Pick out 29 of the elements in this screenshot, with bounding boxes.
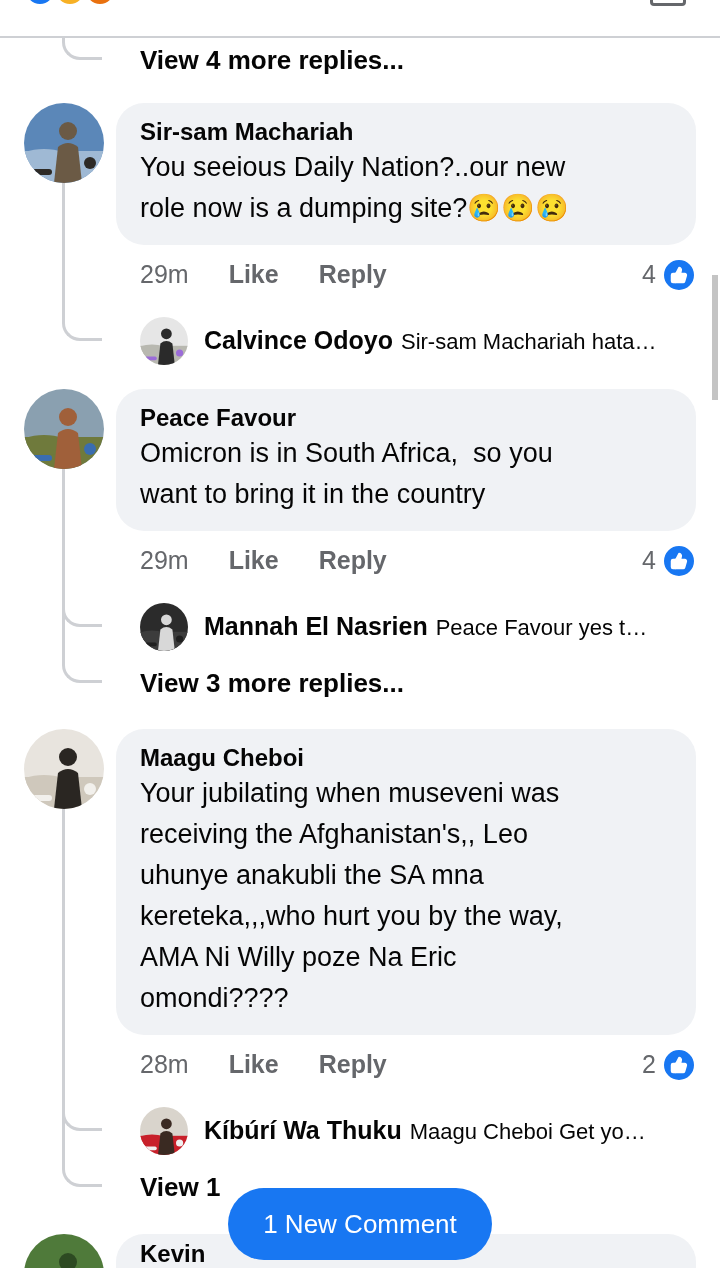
reply-preview: Maagu Cheboi Get yo… bbox=[409, 1117, 646, 1146]
reply-preview: Sir-sam Machariah hata… bbox=[400, 327, 657, 356]
commenter-name[interactable]: Sir-sam Machariah bbox=[140, 117, 612, 147]
like-button[interactable]: Like bbox=[228, 542, 279, 580]
commenter-name[interactable]: Peace Favour bbox=[140, 403, 612, 433]
reaction-count: 2 bbox=[642, 1049, 656, 1081]
reply-author[interactable]: Mannah El Nasrien bbox=[204, 608, 428, 646]
comment-time: 28m bbox=[140, 1049, 189, 1081]
reply-button[interactable]: Reply bbox=[318, 256, 387, 294]
reply-button[interactable]: Reply bbox=[318, 1046, 387, 1084]
comment-text: Your jubilating when museveni was receiving the Afghanistan's,, Leo uhunye anakubli the SA mna kereteka,,,who hurt you by the way, AMA Ni Willy poze Na Eric omondi???? bbox=[140, 777, 564, 1015]
reaction-count: 4 bbox=[642, 545, 656, 577]
like-button[interactable]: Like bbox=[228, 256, 279, 294]
comment-text: You seeious Daily Nation?..our new role now is a dumping site?😢😢😢 bbox=[140, 151, 571, 225]
reply-button[interactable]: Reply bbox=[318, 542, 387, 580]
reply-author[interactable]: Calvince Odoyo bbox=[204, 322, 393, 360]
scrollbar[interactable] bbox=[712, 275, 718, 400]
reply-preview: Peace Favour yes t… bbox=[435, 613, 648, 642]
comment-text: Omicron is in South Africa, so you want to bring it in the country bbox=[140, 437, 554, 511]
view-more-replies-link[interactable]: View 3 more replies... bbox=[140, 663, 404, 703]
view-more-replies-link[interactable]: View 4 more replies... bbox=[140, 40, 404, 80]
reaction-count: 4 bbox=[642, 259, 656, 291]
comment-time: 29m bbox=[140, 259, 189, 291]
reply-author[interactable]: Kíbúrí Wa Thuku bbox=[204, 1112, 402, 1150]
commenter-name[interactable]: Maagu Cheboi bbox=[140, 743, 612, 773]
view-more-replies-link[interactable]: View 1 bbox=[140, 1167, 221, 1207]
comment-time: 29m bbox=[140, 545, 189, 577]
new-comment-toast[interactable]: 1 New Comment bbox=[228, 1188, 492, 1260]
like-button[interactable]: Like bbox=[228, 1046, 279, 1084]
